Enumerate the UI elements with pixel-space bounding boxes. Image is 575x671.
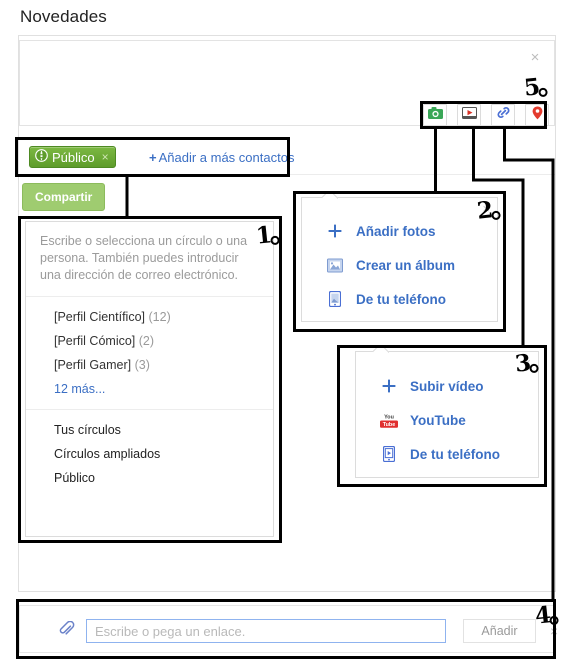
close-icon[interactable]: × [528,50,542,65]
annotation-box-toolbar [420,101,547,129]
annotation-number-5: 5 [522,73,542,102]
annotation-number-1: 1 [254,221,274,250]
annotation-box-circles [18,216,282,543]
share-button[interactable]: Compartir [22,183,106,211]
annotation-box-photo-popup [293,191,506,332]
annotation-number-2: 2 [475,196,495,225]
screenshot-root: Novedades × Público × + Añadir a más con… [0,0,575,671]
annotation-box-audience [15,137,290,177]
page-title: Novedades [20,7,107,26]
annotation-box-link-bar [16,599,556,659]
annotation-number-4: 4 [533,601,553,630]
annotation-number-3: 3 [513,349,533,378]
